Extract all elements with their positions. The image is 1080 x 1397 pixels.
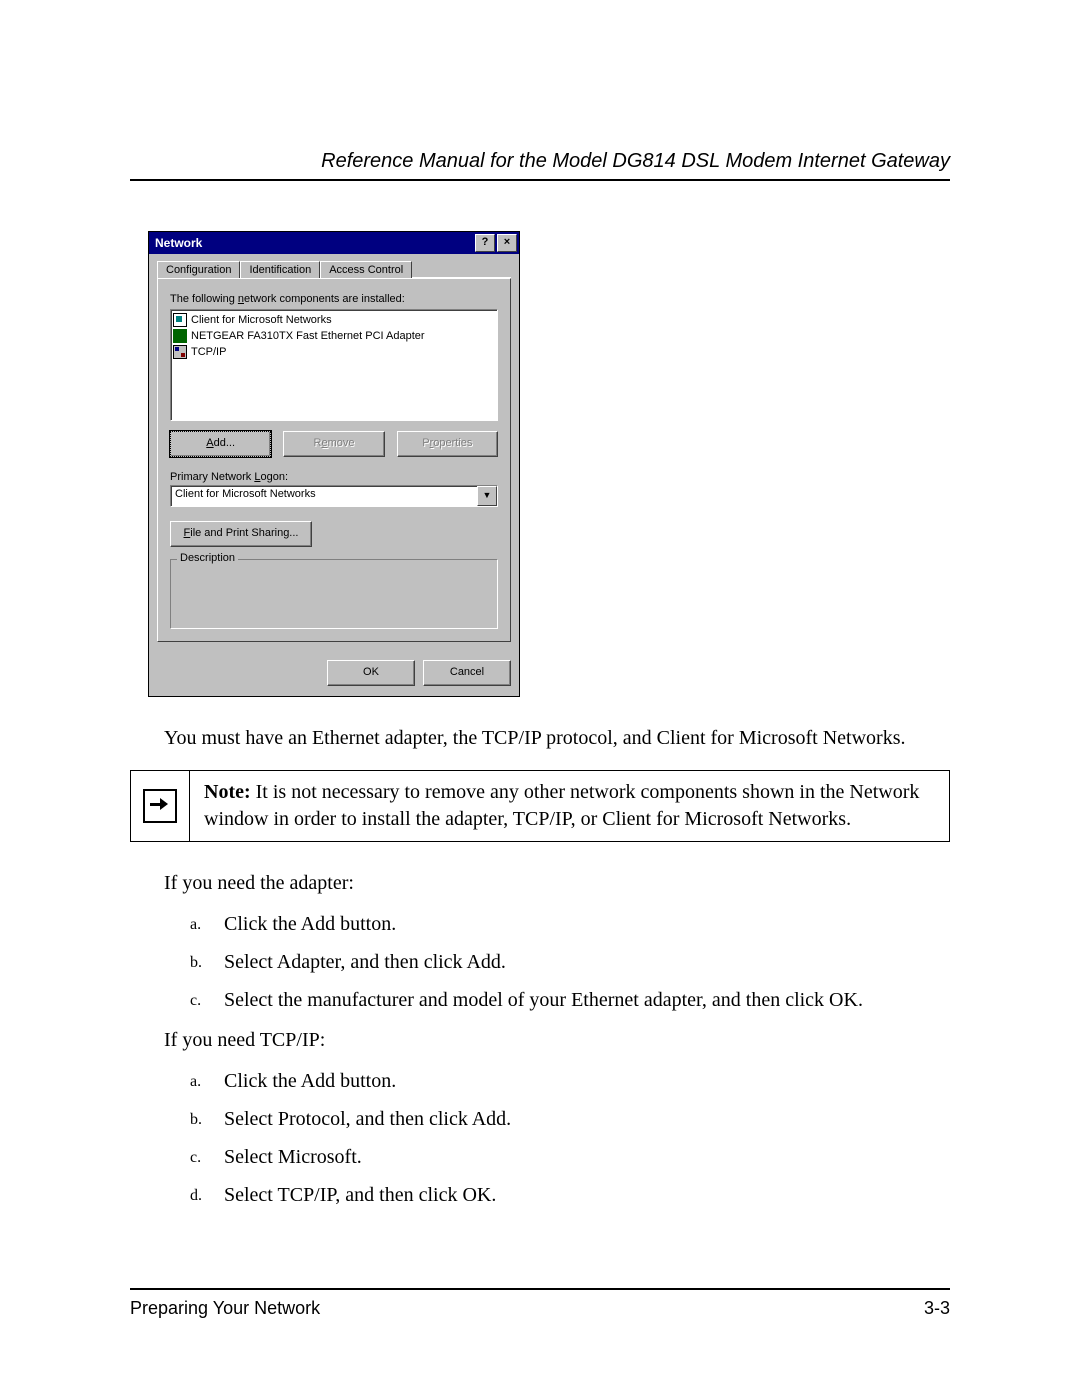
protocol-icon [173, 345, 187, 359]
adapter-icon [173, 329, 187, 343]
adapter-heading: If you need the adapter: [164, 870, 950, 897]
arrow-right-icon [143, 789, 177, 823]
close-button[interactable]: × [497, 234, 517, 252]
description-legend: Description [177, 552, 238, 564]
tcpip-heading: If you need TCP/IP: [164, 1027, 950, 1054]
cancel-button[interactable]: Cancel [423, 660, 511, 686]
intro-text: You must have an Ethernet adapter, the T… [164, 725, 950, 752]
primary-logon-dropdown[interactable]: Client for Microsoft Networks ▼ [170, 485, 498, 507]
list-item: Select Microsoft. [190, 1138, 950, 1176]
header-rule [130, 179, 950, 181]
tab-access-control[interactable]: Access Control [320, 261, 412, 278]
components-label: The following network components are ins… [170, 293, 498, 305]
primary-logon-label: Primary Network Logon: [170, 471, 498, 483]
list-item: Click the Add button. [190, 905, 950, 943]
adapter-steps: Click the Add button. Select Adapter, an… [130, 905, 950, 1019]
list-item: Select Protocol, and then click Add. [190, 1100, 950, 1138]
note-box: Note: It is not necessary to remove any … [130, 770, 950, 842]
client-icon [173, 313, 187, 327]
note-text: Note: It is not necessary to remove any … [190, 771, 949, 841]
list-item[interactable]: Client for Microsoft Networks [173, 312, 495, 328]
list-item: Select TCP/IP, and then click OK. [190, 1176, 950, 1214]
remove-button[interactable]: Remove [283, 431, 384, 457]
properties-button[interactable]: Properties [397, 431, 498, 457]
description-group: Description [170, 559, 498, 629]
file-print-sharing-button[interactable]: File and Print Sharing... [170, 521, 312, 547]
list-item: Select Adapter, and then click Add. [190, 943, 950, 981]
tab-identification[interactable]: Identification [240, 261, 320, 278]
dialog-titlebar[interactable]: Network ? × [149, 232, 519, 254]
dialog-title: Network [155, 236, 202, 250]
network-dialog: Network ? × Configuration Identification… [148, 231, 520, 697]
ok-button[interactable]: OK [327, 660, 415, 686]
dialog-tabs: Configuration Identification Access Cont… [157, 260, 511, 278]
list-item[interactable]: NETGEAR FA310TX Fast Ethernet PCI Adapte… [173, 328, 495, 344]
list-item: Select the manufacturer and model of you… [190, 981, 950, 1019]
add-button[interactable]: Add... [170, 431, 271, 457]
components-listbox[interactable]: Client for Microsoft Networks NETGEAR FA… [170, 309, 498, 421]
tab-configuration[interactable]: Configuration [157, 261, 240, 278]
primary-logon-value: Client for Microsoft Networks [171, 486, 477, 506]
footer-section: Preparing Your Network [130, 1298, 320, 1319]
help-button[interactable]: ? [475, 234, 495, 252]
doc-header-title: Reference Manual for the Model DG814 DSL… [130, 150, 950, 173]
tab-page-configuration: The following network components are ins… [157, 278, 511, 642]
footer-rule [130, 1288, 950, 1290]
list-item[interactable]: TCP/IP [173, 344, 495, 360]
chevron-down-icon[interactable]: ▼ [477, 486, 497, 506]
tcpip-steps: Click the Add button. Select Protocol, a… [130, 1062, 950, 1214]
list-item: Click the Add button. [190, 1062, 950, 1100]
footer-page: 3-3 [924, 1298, 950, 1319]
